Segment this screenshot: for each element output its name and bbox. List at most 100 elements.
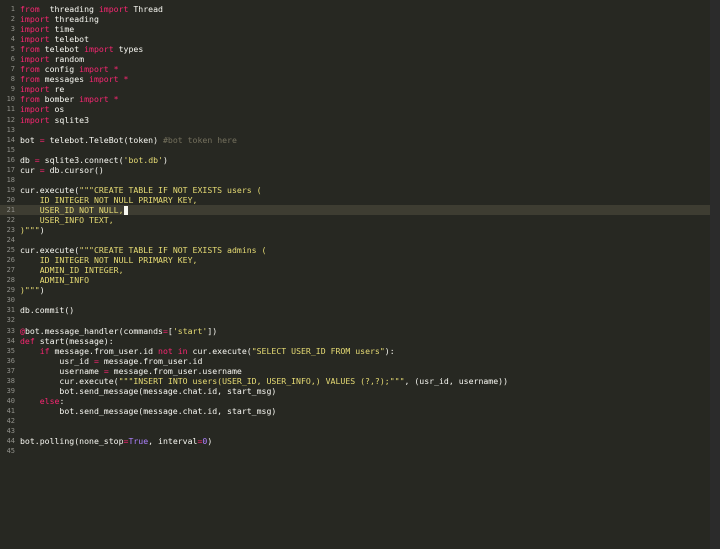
code-token: """INSERT INTO users(USER_ID, USER_INFO,…: [118, 375, 405, 386]
code-line[interactable]: 27 ADMIN_ID INTEGER,: [0, 265, 710, 275]
code-token: db.cursor(): [44, 164, 104, 175]
code-line[interactable]: 38 cur.execute("""INSERT INTO users(USER…: [0, 376, 710, 386]
code-line[interactable]: 24: [0, 235, 710, 245]
code-line[interactable]: 1 from threading import Thread: [0, 4, 710, 14]
line-number: 44: [6, 437, 15, 446]
code-token: USER_ID NOT NULL,: [39, 204, 124, 215]
code-token: *: [123, 74, 129, 85]
code-line[interactable]: 13: [0, 125, 710, 135]
code-token: else: [39, 395, 60, 406]
code-line[interactable]: 39 bot.send_message(message.chat.id, sta…: [0, 386, 710, 396]
code-line[interactable]: 29)"""): [0, 285, 710, 295]
line-number: 35: [6, 346, 15, 355]
code-token: cur.execute(: [20, 184, 80, 195]
code-line[interactable]: 17 cur = db.cursor(): [0, 165, 710, 175]
code-token: import: [79, 94, 109, 105]
code-text: def start(message):: [20, 336, 114, 346]
code-line[interactable]: 33 @bot.message_handler(commands=['start'…: [0, 326, 710, 336]
code-line[interactable]: 16 db = sqlite3.connect('bot.db'): [0, 155, 710, 165]
code-line[interactable]: 43: [0, 426, 710, 436]
code-line[interactable]: 42: [0, 416, 710, 426]
code-line[interactable]: 41 bot.send_message(message.chat.id, sta…: [0, 406, 710, 416]
code-line[interactable]: 18: [0, 175, 710, 185]
code-token: ): [39, 225, 45, 236]
line-number: 3: [10, 25, 15, 34]
line-number: 9: [10, 85, 15, 94]
code-line[interactable]: 10 from bomber import *: [0, 94, 710, 104]
code-line[interactable]: 6 import random: [0, 54, 710, 64]
line-number: 39: [6, 386, 15, 395]
code-token: from: [20, 64, 40, 75]
code-line[interactable]: 31 db.commit(): [0, 305, 710, 315]
line-number: 15: [6, 145, 15, 154]
code-line[interactable]: 23)"""): [0, 225, 710, 235]
code-line[interactable]: 8 from messages import *: [0, 74, 710, 84]
code-line[interactable]: 11 import os: [0, 104, 710, 114]
code-line[interactable]: 3 import time: [0, 24, 710, 34]
code-text: bot.polling(none_stop=True, interval=0): [20, 436, 212, 446]
code-text: from messages import *: [20, 74, 128, 84]
code-text: import time: [20, 24, 74, 34]
code-line[interactable]: 4 import telebot: [0, 34, 710, 44]
code-token: bot.send_message(message.chat.id, start_…: [20, 405, 277, 416]
code-line[interactable]: 21 USER_ID NOT NULL,: [0, 204, 710, 215]
code-line[interactable]: 34 def start(message):: [0, 336, 710, 346]
code-line[interactable]: 9 import re: [0, 84, 710, 94]
code-token: ): [39, 285, 45, 296]
code-text: from config import *: [20, 64, 119, 74]
code-editor[interactable]: 1 from threading import Thread 2 import thr…: [0, 0, 720, 549]
code-line[interactable]: 32: [0, 315, 710, 325]
code-line[interactable]: 5 from telebot import types: [0, 44, 710, 54]
code-line[interactable]: 22 USER_INFO TEXT,: [0, 215, 710, 225]
line-number: 22: [6, 215, 15, 224]
code-text: @bot.message_handler(commands=['start']): [20, 326, 217, 336]
code-line[interactable]: 25 cur.execute("""CREATE TABLE IF NOT EXI…: [0, 245, 710, 255]
code-line[interactable]: 37 username = message.from_user.username: [0, 366, 710, 376]
code-area[interactable]: 1 from threading import Thread 2 import thr…: [0, 4, 710, 456]
code-token: *: [113, 94, 119, 105]
code-text: import re: [20, 84, 64, 94]
code-token: username: [20, 365, 104, 376]
code-line[interactable]: 26 ID INTEGER NOT NULL PRIMARY KEY,: [0, 255, 710, 265]
vertical-scrollbar[interactable]: [710, 0, 720, 549]
code-line[interactable]: 19 cur.execute("""CREATE TABLE IF NOT EXI…: [0, 185, 710, 195]
code-token: message.from_user.id: [49, 345, 159, 356]
line-number: 43: [6, 426, 15, 435]
code-token: config: [39, 64, 80, 75]
code-line[interactable]: 45: [0, 446, 710, 456]
code-token: "SELECT USER_ID FROM users": [251, 345, 385, 356]
code-text: import threading: [20, 14, 99, 24]
code-text: cur.execute("""INSERT INTO users(USER_ID…: [20, 376, 508, 386]
code-token: import: [20, 84, 50, 95]
code-line[interactable]: 7 from config import *: [0, 64, 710, 74]
code-token: import: [20, 14, 50, 25]
code-line[interactable]: 28 ADMIN_INFO: [0, 275, 710, 285]
code-text: db.commit(): [20, 305, 74, 315]
line-number: 25: [6, 246, 15, 255]
code-line[interactable]: 36 usr_id = message.from_user.id: [0, 356, 710, 366]
code-line[interactable]: 15: [0, 145, 710, 155]
code-token: cur: [20, 164, 40, 175]
code-line[interactable]: 2 import threading: [0, 14, 710, 24]
code-line[interactable]: 12 import sqlite3: [0, 115, 710, 125]
line-number: 16: [6, 155, 15, 164]
line-number: 11: [6, 105, 15, 114]
line-number: 36: [6, 356, 15, 365]
code-line[interactable]: 20 ID INTEGER NOT NULL PRIMARY KEY,: [0, 195, 710, 205]
code-token: threading: [49, 14, 99, 25]
code-token: db: [20, 154, 35, 165]
line-number: 37: [6, 366, 15, 375]
code-token: telebot.TeleBot(token): [44, 134, 163, 145]
code-line[interactable]: 40 else:: [0, 396, 710, 406]
code-line[interactable]: 14 bot = telebot.TeleBot(token) #bot toke…: [0, 135, 710, 145]
code-line[interactable]: 35 if message.from_user.id not in cur.ex…: [0, 346, 710, 356]
code-token: from: [20, 44, 40, 55]
code-text: import random: [20, 54, 84, 64]
code-line[interactable]: 44 bot.polling(none_stop=True, interval=0…: [0, 436, 710, 446]
code-token: threading: [39, 4, 99, 14]
code-line[interactable]: 30: [0, 295, 710, 305]
line-number: 18: [6, 175, 15, 184]
code-token: , (usr_id, username)): [404, 375, 509, 386]
